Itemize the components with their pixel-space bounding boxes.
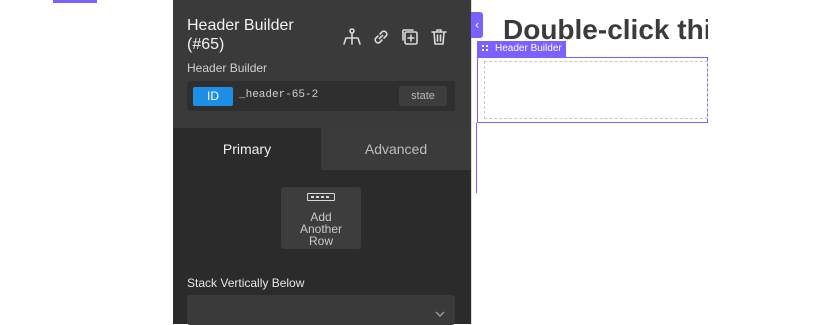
add-row-label-line3: Row <box>308 234 333 248</box>
top-accent-bar <box>53 0 97 3</box>
state-button[interactable]: state <box>399 86 447 106</box>
structure-icon[interactable] <box>341 26 363 48</box>
properties-panel: Header Builder (#65) Header Builder ID _… <box>173 0 471 325</box>
element-title-name: Header Builder <box>187 17 294 34</box>
element-title: Header Builder (#65) <box>187 16 337 54</box>
chevron-down-icon <box>435 304 445 318</box>
add-row-label: Add Another Row <box>281 211 361 247</box>
selected-element-label[interactable]: Header Builder <box>477 41 566 57</box>
add-another-row-button[interactable]: Add Another Row <box>281 187 361 249</box>
element-title-id: (#65) <box>187 36 225 53</box>
trash-icon[interactable] <box>428 26 450 48</box>
stack-vertically-label: Stack Vertically Below <box>187 276 305 290</box>
selected-element-name: Header Builder <box>495 43 562 54</box>
id-field[interactable]: ID _header-65-2 state <box>187 81 455 111</box>
selection-guide-line <box>476 123 477 193</box>
stack-vertically-select[interactable] <box>187 295 455 325</box>
left-blank-area <box>0 0 173 324</box>
id-badge: ID <box>193 87 233 106</box>
tab-primary[interactable]: Primary <box>173 128 321 170</box>
tab-advanced[interactable]: Advanced <box>321 128 471 170</box>
duplicate-icon[interactable] <box>399 26 421 48</box>
header-row-dropzone[interactable] <box>484 61 708 119</box>
row-icon <box>307 193 335 201</box>
link-icon[interactable] <box>370 26 392 48</box>
collapse-panel-toggle[interactable]: ‹ <box>471 12 483 38</box>
right-blank-area <box>708 0 822 324</box>
panel-header: Header Builder (#65) Header Builder ID _… <box>173 0 471 128</box>
drag-handle-icon[interactable] <box>482 45 490 53</box>
id-value[interactable]: _header-65-2 <box>239 89 318 101</box>
element-subtitle: Header Builder <box>187 61 268 75</box>
